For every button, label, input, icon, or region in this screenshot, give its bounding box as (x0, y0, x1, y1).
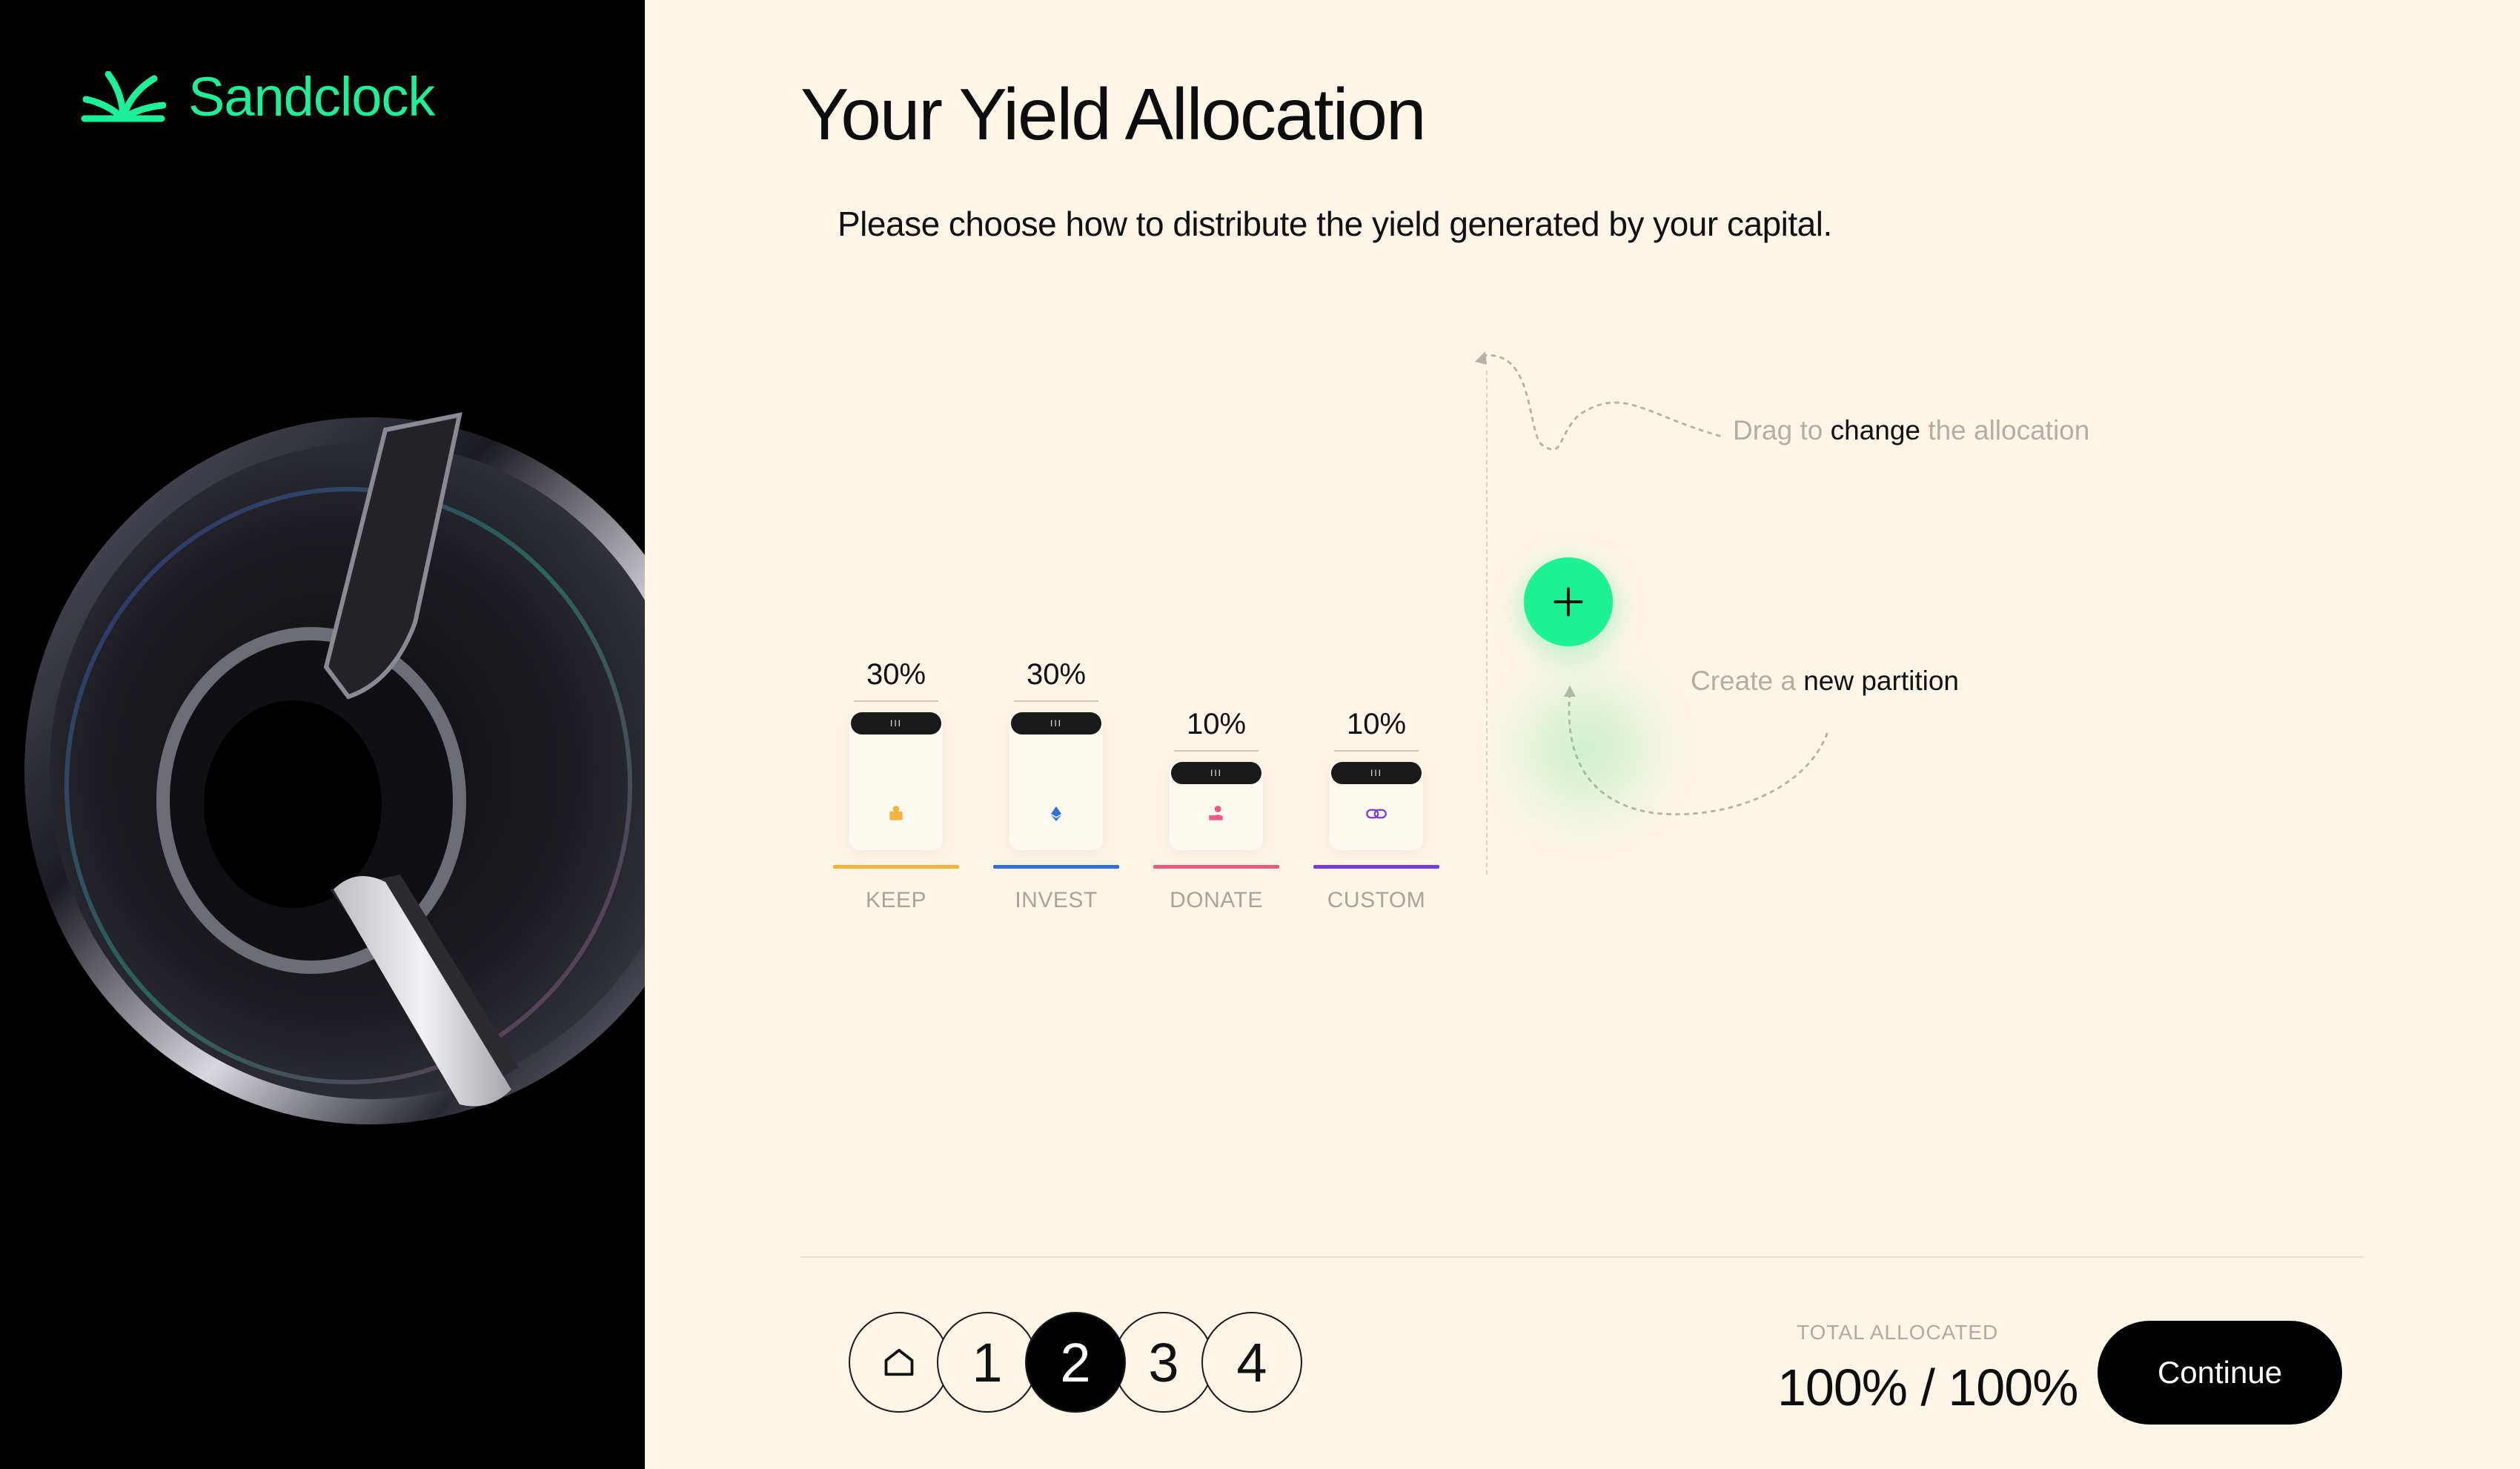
partition-percent: 10% (1346, 708, 1407, 740)
partition-custom[interactable]: 10% III CUSTOM (1313, 708, 1439, 913)
percent-divider (1014, 700, 1098, 702)
partition-card[interactable]: III (1170, 762, 1263, 850)
drag-handle[interactable]: III (851, 712, 941, 734)
partition-percent: 30% (866, 658, 926, 691)
step-3[interactable]: 3 (1113, 1312, 1214, 1413)
step-1[interactable]: 1 (937, 1312, 1038, 1413)
custom-link-icon (1365, 803, 1387, 825)
partition-underline (1153, 865, 1279, 869)
partition-underline (1313, 865, 1439, 869)
drag-handle[interactable]: III (1011, 712, 1101, 734)
partition-label: DONATE (1170, 888, 1263, 912)
partition-keep[interactable]: 30% III KEEP (833, 658, 959, 913)
continue-button[interactable]: Continue (2098, 1321, 2342, 1425)
partition-invest[interactable]: 30% III INVEST (993, 658, 1119, 913)
total-allocated-value: 100% / 100% (1777, 1359, 2078, 1416)
drag-hint-prefix: Drag to (1733, 415, 1831, 445)
footer-divider (800, 1256, 2364, 1258)
drag-hint-suffix: the allocation (1920, 415, 2090, 445)
partition-underline (833, 865, 959, 869)
partition-underline (993, 865, 1119, 869)
partition-label: CUSTOM (1327, 888, 1426, 912)
step-4[interactable]: 4 (1201, 1312, 1302, 1413)
add-button-glow (1475, 637, 1697, 860)
ethereum-icon (1045, 803, 1067, 825)
drag-handle[interactable]: III (1331, 762, 1422, 784)
percent-divider (854, 700, 938, 702)
percent-divider (1174, 750, 1259, 752)
add-partition-button[interactable] (1524, 557, 1613, 646)
partition-card[interactable]: III (1009, 712, 1103, 850)
home-icon (884, 1348, 914, 1376)
donate-hand-icon (1205, 803, 1227, 825)
step-2[interactable]: 2 (1025, 1312, 1126, 1413)
step-home[interactable] (849, 1312, 949, 1413)
partition-percent: 30% (1026, 658, 1087, 691)
plus-icon (1554, 587, 1583, 617)
drag-hint: Drag to change the allocation (1733, 415, 2089, 446)
partition-card[interactable]: III (849, 712, 943, 850)
partition-card[interactable]: III (1330, 762, 1423, 850)
percent-divider (1334, 750, 1419, 752)
logo[interactable]: Sandclock (80, 65, 435, 128)
drag-handle[interactable]: III (1171, 762, 1261, 784)
brand-name: Sandclock (188, 66, 435, 127)
left-panel: Sandclock (0, 0, 645, 1469)
sandclock-logo-icon (81, 70, 166, 122)
partition-label: KEEP (865, 888, 927, 912)
create-partition-hint: Create a new partition (1691, 666, 1959, 697)
coin-icon (885, 803, 907, 825)
partition-percent: 10% (1186, 708, 1247, 740)
hero-ring-illustration (24, 412, 645, 1124)
page-subtitle: Please choose how to distribute the yiel… (838, 205, 1832, 243)
total-allocated-label: TOTAL ALLOCATED (1797, 1321, 1999, 1344)
partition-label: INVEST (1015, 888, 1098, 912)
create-hint-prefix: Create a (1691, 666, 1804, 696)
page-title: Your Yield Allocation (800, 73, 1426, 155)
create-hint-emphasis: new partition (1803, 666, 1959, 696)
drag-hint-emphasis: change (1830, 415, 1921, 445)
partition-donate[interactable]: 10% III DONATE (1153, 708, 1279, 913)
